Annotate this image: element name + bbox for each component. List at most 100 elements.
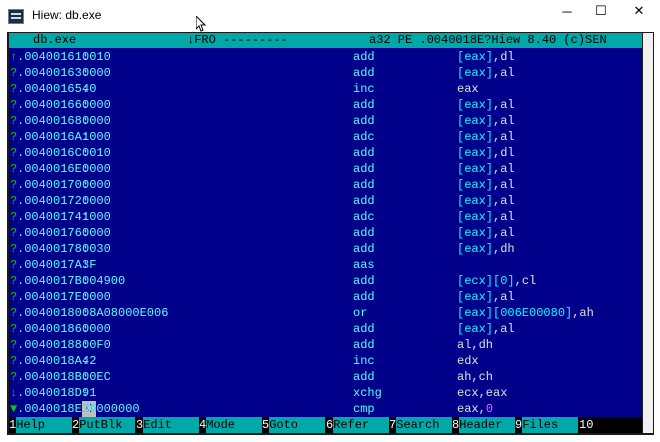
disasm-row[interactable]: ↓ .0040018D: 91 xchg ecx,eax xyxy=(9,385,642,401)
mnemonic: add xyxy=(353,146,375,160)
fkey-label: Mode xyxy=(206,417,263,433)
fkey-number: 7 xyxy=(389,418,397,432)
mnemonic: or xyxy=(353,306,368,320)
fkey-files[interactable]: 9Files xyxy=(515,417,579,433)
row-address: .00400170: xyxy=(17,178,90,192)
opcode-bytes: 0000 xyxy=(82,98,111,112)
disasm-row[interactable]: ? .00400180: 08A08000E006 or [eax][006E00080… xyxy=(9,305,642,321)
operand-memory: [eax] xyxy=(457,194,494,208)
opcode-bytes: 1000 xyxy=(82,210,111,224)
mnemonic: add xyxy=(353,290,375,304)
close-button[interactable]: ✕ xyxy=(618,0,660,22)
fkey-label: Refer xyxy=(333,417,390,433)
operand-register: ecx,eax xyxy=(457,386,508,400)
operands: [ecx][0],cl xyxy=(457,273,536,289)
scrollbar[interactable] xyxy=(643,33,653,433)
mnemonic: add xyxy=(353,338,375,352)
operand-memory: [eax][006E00080] xyxy=(457,306,573,320)
row-address: .00400186: xyxy=(17,322,90,336)
row-address: .0040018E: xyxy=(17,402,90,416)
fkey-label: Files xyxy=(522,417,579,433)
minimize-button[interactable]: ─ xyxy=(550,0,584,22)
disasm-row[interactable]: ? .00400170: 0000 add [eax],al xyxy=(9,177,642,193)
row-address: .0040016C: xyxy=(17,146,90,160)
disasm-row[interactable]: ? .00400165: 40 inc eax xyxy=(9,81,642,97)
operand-register: al xyxy=(500,210,515,224)
operand-memory: [eax] xyxy=(457,66,494,80)
disasm-row[interactable]: ? .00400188: 00F0 add al,dh xyxy=(9,337,642,353)
disasm-row[interactable]: ? .0040016E: 0000 add [eax],al xyxy=(9,161,642,177)
disasm-row[interactable]: ▼ .0040018E: 3D 00000000 cmp eax,0 xyxy=(9,401,642,417)
disasm-row[interactable]: ? .0040016C: 0010 add [eax],dl xyxy=(9,145,642,161)
disasm-row[interactable]: ? .00400176: 0000 add [eax],al xyxy=(9,225,642,241)
fkey-number: 6 xyxy=(326,418,334,432)
operand-register: edx xyxy=(457,354,479,368)
row-address: .0040016A: xyxy=(17,130,90,144)
disasm-row[interactable]: ? .0040018B: 00EC add ah,ch xyxy=(9,369,642,385)
fkey-putblk[interactable]: 2PutBlk xyxy=(72,417,136,433)
disasm-row[interactable]: ? .00400163: 0000 add [eax],al xyxy=(9,65,642,81)
disasm-row[interactable]: ? .00400166: 0000 add [eax],al xyxy=(9,97,642,113)
fkey-quit[interactable]: 10Quit xyxy=(579,417,642,433)
fkey-label: Help xyxy=(16,417,73,433)
mnemonic: aas xyxy=(353,258,375,272)
disasm-row[interactable]: ? .0040016A: 1000 adc [eax],al xyxy=(9,129,642,145)
fkey-number: 8 xyxy=(452,418,460,432)
operands: [eax],al xyxy=(457,97,515,113)
operand-register: al xyxy=(500,130,515,144)
disasm-row[interactable]: ? .00400178: 0030 add [eax],dh xyxy=(9,241,642,257)
fkey-number: 4 xyxy=(199,418,207,432)
row-address: .00400172: xyxy=(17,194,90,208)
operand-register: al xyxy=(500,66,515,80)
row-address: .00400165: xyxy=(17,82,90,96)
fkey-edit[interactable]: 3Edit xyxy=(136,417,200,433)
disasm-row[interactable]: ? .0040018A: 42 inc edx xyxy=(9,353,642,369)
fkey-header[interactable]: 8Header xyxy=(452,417,516,433)
operand-memory: [eax] xyxy=(457,50,494,64)
row-address: .0040017B: xyxy=(17,274,90,288)
status-bar: db.exe ↓FRO --------- a32 PE .0040018E?H… xyxy=(9,33,642,48)
operand-register: al xyxy=(500,114,515,128)
mnemonic: add xyxy=(353,322,375,336)
mouse-pointer-icon xyxy=(196,16,206,32)
console-area[interactable]: db.exe ↓FRO --------- a32 PE .0040018E?H… xyxy=(9,33,642,433)
operands: edx xyxy=(457,353,479,369)
file-name: db.exe xyxy=(33,33,77,47)
disasm-row[interactable]: ? .00400172: 0000 add [eax],al xyxy=(9,193,642,209)
disasm-row[interactable]: ? .0040017E: 0000 add [eax],al xyxy=(9,289,642,305)
mnemonic: add xyxy=(353,194,375,208)
maximize-button[interactable]: ☐ xyxy=(584,0,618,22)
fkey-label: Search xyxy=(396,417,453,433)
fkey-refer[interactable]: 6Refer xyxy=(326,417,390,433)
operand-register: dl xyxy=(500,146,515,160)
fkey-mode[interactable]: 4Mode xyxy=(199,417,263,433)
fkey-number: 10 xyxy=(579,418,594,432)
row-address: .00400168: xyxy=(17,114,90,128)
row-address: .00400180: xyxy=(17,306,90,320)
disasm-row[interactable]: ? .00400186: 0000 add [eax],al xyxy=(9,321,642,337)
disasm-row[interactable]: ↑ .00400161: 0010 add [eax],dl xyxy=(9,49,642,65)
row-address: .00400166: xyxy=(17,98,90,112)
disasm-row[interactable]: ? .00400174: 1000 adc [eax],al xyxy=(9,209,642,225)
opcode-bytes: 00F0 xyxy=(82,338,111,352)
mnemonic: add xyxy=(353,98,375,112)
disasm-row[interactable]: ? .0040017A: 3F aas xyxy=(9,257,642,273)
operand-register: al xyxy=(500,322,515,336)
fkey-goto[interactable]: 5Goto xyxy=(262,417,326,433)
disasm-row[interactable]: ? .0040017B: 004900 add [ecx][0],cl xyxy=(9,273,642,289)
opcode-bytes: 0000 xyxy=(82,162,111,176)
operand-memory: [ecx][0] xyxy=(457,274,515,288)
row-address: .0040016E: xyxy=(17,162,90,176)
operand-register: al,dh xyxy=(457,338,494,352)
mnemonic: add xyxy=(353,178,375,192)
opcode-bytes: 0000 xyxy=(82,290,111,304)
row-address: .0040017E: xyxy=(17,290,90,304)
operand-register: eax, xyxy=(457,402,486,416)
mnemonic: add xyxy=(353,226,375,240)
fkey-search[interactable]: 7Search xyxy=(389,417,453,433)
operand-memory: [eax] xyxy=(457,146,494,160)
disasm-row[interactable]: ? .00400168: 0000 add [eax],al xyxy=(9,113,642,129)
operand-separator: , xyxy=(514,274,522,288)
operand-memory: [eax] xyxy=(457,130,494,144)
fkey-help[interactable]: 1Help xyxy=(9,417,73,433)
